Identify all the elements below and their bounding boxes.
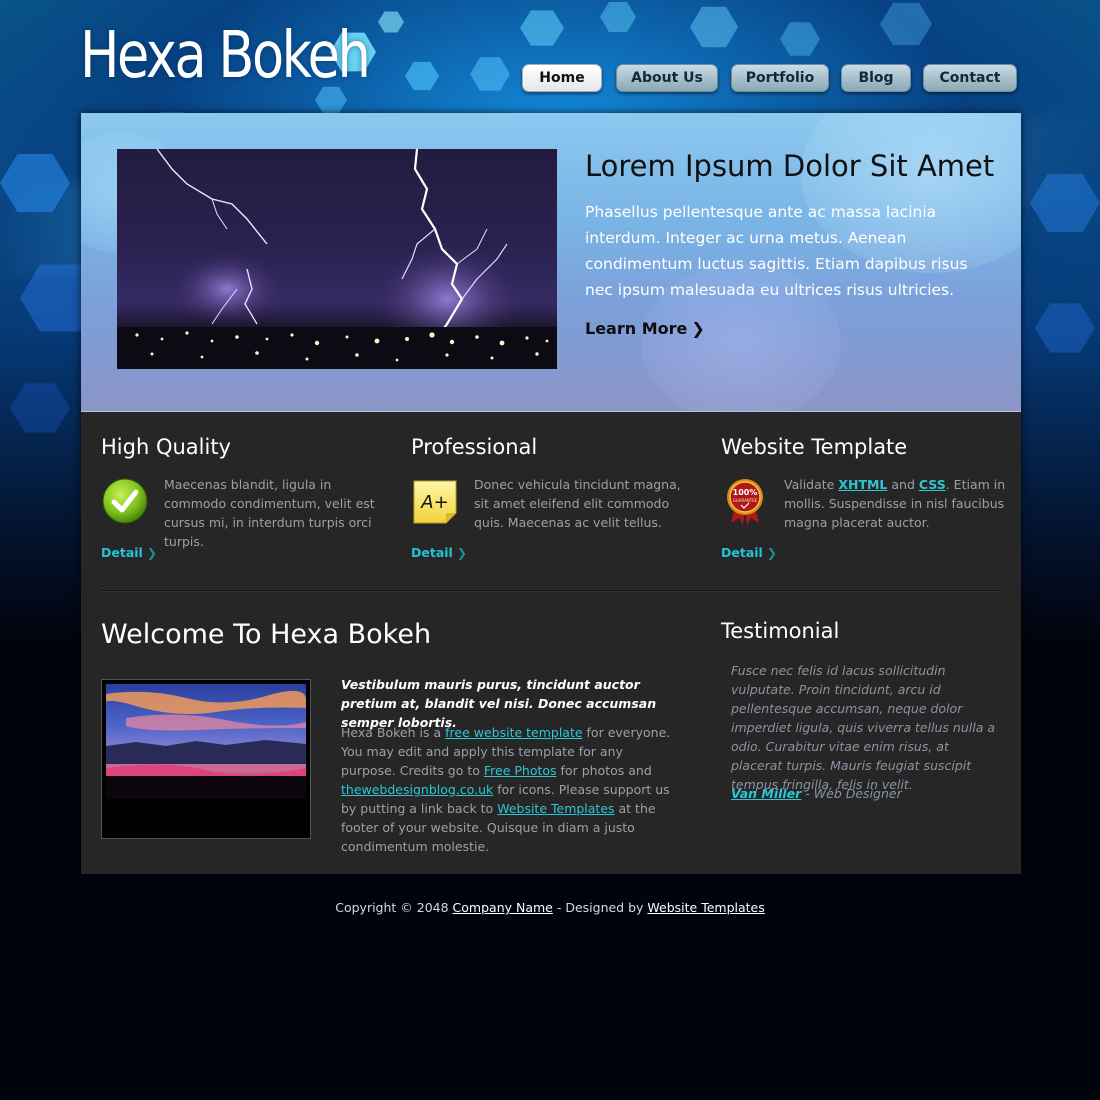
webdesignblog-link[interactable]: thewebdesignblog.co.uk — [341, 782, 493, 797]
nav-label: Portfolio — [745, 70, 815, 86]
nav-label: About Us — [631, 70, 703, 86]
website-templates-link[interactable]: Website Templates — [497, 801, 614, 816]
nav-label: Home — [539, 70, 585, 86]
bokeh-hexagon — [10, 383, 70, 433]
designed-by-text: - Designed by — [552, 900, 648, 915]
bokeh-hexagon — [600, 2, 636, 32]
feature-title: High Quality — [101, 435, 231, 459]
nav-contact[interactable]: Contact — [923, 64, 1017, 92]
nav-blog[interactable]: Blog — [841, 64, 911, 92]
bokeh-hexagon — [880, 2, 932, 46]
detail-link[interactable]: Detail ❯ — [411, 545, 467, 560]
bokeh-hexagon — [378, 11, 404, 33]
nav-home[interactable]: Home — [522, 64, 602, 92]
nav-portfolio[interactable]: Portfolio — [731, 64, 829, 92]
free-photos-link[interactable]: Free Photos — [484, 763, 557, 778]
feature-text-and: and — [887, 477, 919, 492]
learn-more-link[interactable]: Learn More ❯ — [585, 319, 705, 338]
feature-high-quality: High Quality Maecenas blandit, ligula in… — [101, 435, 391, 560]
chevron-right-icon: ❯ — [691, 319, 705, 338]
testimonial-quote: Fusce nec felis id lacus sollicitudin vu… — [731, 663, 995, 792]
bokeh-hexagon — [780, 22, 820, 56]
xhtml-link[interactable]: XHTML — [838, 477, 887, 492]
section-divider — [101, 590, 1001, 592]
feature-text: Maecenas blandit, ligula in commodo cond… — [164, 477, 375, 549]
welcome-title: Welcome To Hexa Bokeh — [101, 619, 432, 650]
learn-more-label: Learn More — [585, 319, 688, 338]
feature-text-prefix: Validate — [784, 477, 839, 492]
hero-title: Lorem Ipsum Dolor Sit Amet — [585, 149, 995, 183]
feature-title: Website Template — [721, 435, 908, 459]
detail-label: Detail — [721, 545, 763, 560]
guarantee-seal-icon: 100% GUARANTEE — [721, 477, 769, 525]
author-link[interactable]: Van Miller — [731, 786, 801, 801]
seal-percent: 100% — [733, 488, 758, 497]
hero-lightning-image — [117, 149, 557, 369]
feature-text: Donec vehicula tincidunt magna, sit amet… — [474, 477, 681, 530]
nav-label: Contact — [939, 70, 1001, 86]
company-name-link[interactable]: Company Name — [453, 900, 553, 915]
chevron-right-icon: ❯ — [766, 546, 777, 560]
hero-section: Lorem Ipsum Dolor Sit Amet Phasellus pel… — [81, 113, 1021, 412]
feature-text: Validate XHTML and CSS. Etiam in mollis.… — [784, 475, 1006, 532]
welcome-text: for photos and — [556, 763, 652, 778]
chevron-right-icon: ❯ — [456, 546, 467, 560]
feature-website-template: Website Template 100% GUARANTEE Validate… — [721, 435, 1011, 560]
bokeh-hexagon — [470, 57, 510, 91]
check-icon — [101, 477, 149, 525]
bokeh-hexagon — [0, 153, 70, 213]
chevron-right-icon: ❯ — [146, 546, 157, 560]
hero-text: Phasellus pellentesque ante ac massa lac… — [585, 203, 968, 299]
feature-title: Professional — [411, 435, 538, 459]
detail-label: Detail — [101, 545, 143, 560]
grade-a-plus-icon: A+ — [411, 477, 459, 525]
testimonial-author: Van Miller - Web Designer — [731, 786, 902, 801]
sunset-scene — [106, 684, 306, 799]
seal-label: GUARANTEE — [733, 498, 758, 503]
copyright-text: Copyright © 2048 — [335, 900, 453, 915]
nav-about-us[interactable]: About Us — [616, 64, 718, 92]
testimonial-title: Testimonial — [721, 619, 840, 643]
css-link[interactable]: CSS — [919, 477, 946, 492]
detail-label: Detail — [411, 545, 453, 560]
bokeh-hexagon — [520, 10, 564, 46]
welcome-sunset-image — [101, 679, 311, 839]
website-templates-footer-link[interactable]: Website Templates — [647, 900, 764, 915]
bokeh-hexagon — [1030, 173, 1100, 233]
site-logo[interactable]: Hexa Bokeh — [80, 18, 371, 94]
footer: Copyright © 2048 Company Name - Designed… — [0, 900, 1100, 915]
feature-professional: Professional A+ Donec vehicula tincidunt… — [411, 435, 701, 560]
main-panel: Lorem Ipsum Dolor Sit Amet Phasellus pel… — [81, 113, 1021, 874]
author-role: - Web Designer — [801, 786, 902, 801]
lightning-illustration — [117, 149, 557, 369]
bokeh-hexagon — [690, 6, 738, 48]
welcome-body: Hexa Bokeh is a free website template fo… — [341, 723, 676, 856]
grade-label: A+ — [420, 492, 448, 513]
detail-link[interactable]: Detail ❯ — [721, 545, 777, 560]
bokeh-hexagon — [405, 61, 439, 91]
detail-link[interactable]: Detail ❯ — [101, 545, 157, 560]
bokeh-hexagon — [1035, 303, 1095, 353]
nav-label: Blog — [858, 70, 894, 86]
welcome-text: Hexa Bokeh is a — [341, 725, 446, 740]
free-website-template-link[interactable]: free website template — [445, 725, 582, 740]
